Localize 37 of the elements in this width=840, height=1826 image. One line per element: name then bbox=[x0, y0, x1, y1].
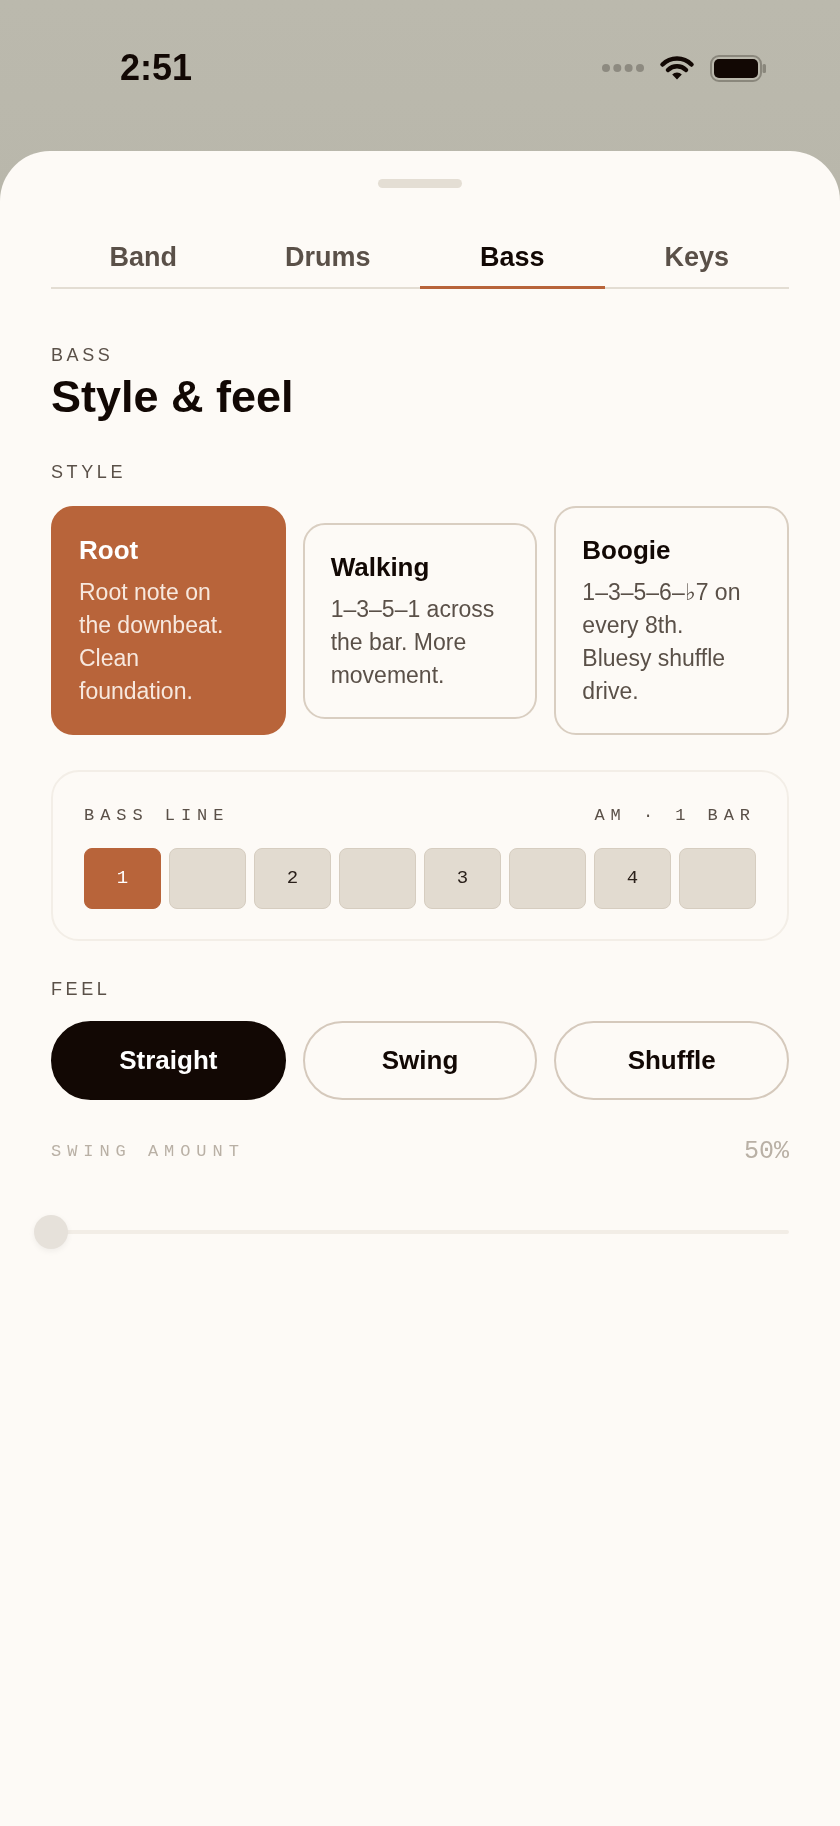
section-eyebrow: BASS bbox=[51, 345, 114, 365]
sheet-handle[interactable] bbox=[378, 179, 462, 188]
feel-option[interactable]: Straight bbox=[51, 1021, 286, 1100]
step-cell[interactable]: 3 bbox=[424, 848, 501, 909]
style-label: STYLE bbox=[51, 462, 127, 482]
step-cell[interactable] bbox=[169, 848, 246, 909]
section-title: Style & feel bbox=[51, 372, 294, 422]
style-card[interactable]: Root Root note on the downbeat. Clean foundation. bbox=[51, 506, 286, 735]
swing-amount-label: SWING AMOUNT bbox=[51, 1142, 245, 1162]
swing-amount-reading: 50% bbox=[744, 1138, 789, 1166]
style-description: 1–3–5–1 across the bar. More movement. bbox=[330, 594, 496, 690]
status-time: 2:51 bbox=[120, 50, 193, 86]
bass-line-label: BASS LINE bbox=[84, 806, 230, 826]
signal-dots-icon bbox=[602, 64, 644, 72]
tab[interactable]: Keys bbox=[604, 215, 789, 289]
style-card[interactable]: Walking 1–3–5–1 across the bar. More movement. bbox=[302, 522, 538, 719]
step-cell[interactable]: 2 bbox=[254, 848, 331, 909]
feel-label: FEEL bbox=[51, 979, 111, 999]
tab[interactable]: Bass bbox=[420, 215, 605, 289]
step-cell[interactable] bbox=[509, 848, 586, 909]
step-cell[interactable] bbox=[679, 848, 756, 909]
style-title: Walking bbox=[330, 550, 430, 583]
feel-option[interactable]: Swing bbox=[302, 1021, 538, 1100]
style-card[interactable]: Boogie 1–3–5–6–♭7 on every 8th. Bluesy shuffle drive. bbox=[554, 506, 789, 735]
wifi-icon bbox=[659, 55, 695, 81]
style-title: Root bbox=[79, 534, 139, 566]
bass-line-meta: AM · 1 BAR bbox=[594, 806, 756, 826]
style-description: Root note on the downbeat. Clean foundation. bbox=[79, 578, 225, 706]
step-cell[interactable] bbox=[339, 848, 416, 909]
feel-option[interactable]: Shuffle bbox=[554, 1021, 789, 1100]
step-cell[interactable]: 4 bbox=[594, 848, 671, 909]
style-description: 1–3–5–6–♭7 on every 8th. Bluesy shuffle drive. bbox=[582, 578, 742, 706]
step-cell[interactable]: 1 bbox=[84, 848, 161, 909]
tab[interactable]: Drums bbox=[235, 215, 420, 289]
tab[interactable]: Band bbox=[51, 215, 236, 289]
battery-icon bbox=[710, 54, 766, 82]
style-title: Boogie bbox=[582, 534, 671, 566]
